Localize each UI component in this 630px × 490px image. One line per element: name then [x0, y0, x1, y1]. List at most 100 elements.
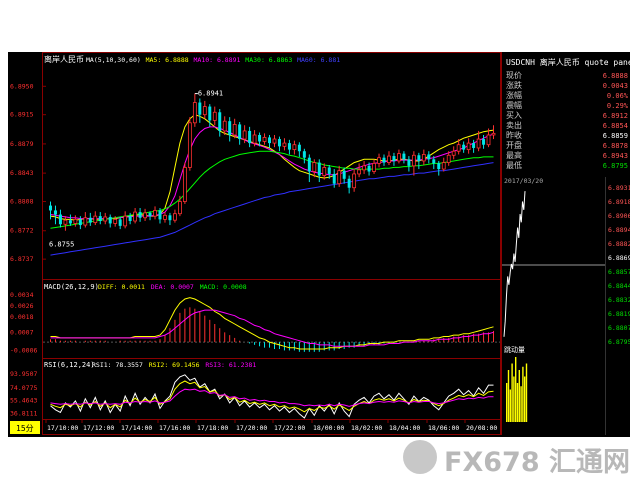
rsi-legend-item: RSI3: 61.2381 — [205, 361, 256, 369]
volume-label: 跳动量 — [504, 345, 525, 354]
candle-down — [367, 165, 371, 172]
volume-bar — [515, 357, 517, 422]
candle-down — [297, 144, 301, 152]
intraday-y-tick: 6.8795 — [608, 338, 630, 346]
volume-bar — [513, 376, 515, 422]
quote-label: 涨幅 — [506, 90, 522, 100]
candle-up — [486, 134, 491, 146]
candle-up — [357, 169, 362, 175]
rsi-legend-item: RSI2: 69.1456 — [149, 361, 200, 369]
candle-down — [53, 210, 57, 215]
quote-label: 买入 — [506, 111, 522, 120]
rsi-y-tick: 93.9507 — [10, 370, 37, 378]
intraday-y-tick: 6.8906 — [608, 212, 630, 220]
volume-bar — [520, 386, 522, 422]
candle-down — [208, 106, 212, 121]
ma-legend-item: MA10: 6.8891 — [194, 56, 241, 64]
intraday-y-tick: 6.8894 — [608, 226, 630, 234]
candle-up — [397, 153, 401, 162]
rsi-lines — [50, 374, 494, 419]
intraday-y-tick: 6.8857 — [608, 268, 630, 276]
side-panel-title: USDCNH 离岸人民币 quote panel — [506, 57, 630, 67]
intraday-y-tick: 6.8882 — [608, 240, 630, 248]
candle-up — [232, 124, 237, 136]
intraday-y-ticks: 6.8931 6.8918 6.8906 6.8894 6.8882 6.8869 6.88… — [502, 184, 630, 346]
candle-down — [462, 144, 466, 150]
candle-down — [402, 153, 406, 160]
candle-up — [421, 154, 426, 162]
candle-down — [198, 102, 202, 115]
price-y-tick: 6.8843 — [10, 169, 34, 177]
volume-bar — [524, 376, 526, 422]
ma-legend: MA(5,10,30,60) MA5: 6.8888 MA10: 6.8891 MA3… — [86, 56, 340, 64]
quote-value: 0.0043 — [603, 82, 628, 90]
quote-label: 涨跌 — [506, 80, 522, 90]
candle-up — [322, 167, 327, 176]
quote-label: 现价 — [506, 71, 522, 80]
candle-down — [317, 162, 321, 176]
quote-value: 0.29% — [607, 102, 629, 110]
candle-up — [252, 134, 257, 144]
price-y-ticks: 6.8950 6.8915 6.8879 6.8843 6.8808 6.8772 6.87… — [10, 82, 46, 263]
macd-y-tick: 0.0018 — [10, 313, 34, 321]
diff-line — [50, 297, 494, 350]
price-y-tick: 6.8772 — [10, 227, 34, 235]
candle-up — [113, 218, 118, 224]
candle-up — [178, 201, 182, 215]
candle-down — [382, 157, 386, 163]
x-tick-label: 17/22:00 — [274, 424, 305, 432]
volume-bar — [518, 370, 520, 422]
intraday-y-tick: 6.8931 — [608, 184, 630, 192]
candle-down — [158, 210, 162, 220]
macd-legend-item: DIFF: 0.0011 — [98, 283, 145, 291]
intraday-y-tick: 6.8807 — [608, 324, 630, 332]
volume-bar — [507, 370, 510, 422]
terminal-svg: 离岸人民币 MA(5,10,30,60) MA5: 6.8888 MA10: 6.8… — [10, 52, 630, 435]
candle-up — [451, 150, 456, 156]
quote-value: 6.8859 — [603, 132, 628, 140]
quote-value: 6.8795 — [603, 162, 628, 170]
macd-title: MACD(26,12,9) — [44, 283, 99, 291]
intraday-y-tick: 6.8832 — [608, 296, 630, 304]
candle-up — [212, 111, 217, 121]
x-tick-label: 18/00:00 — [313, 424, 344, 432]
quote-value: 6.8878 — [603, 142, 628, 150]
intraday-y-tick: 6.8869 — [608, 254, 630, 262]
candle-up — [187, 122, 192, 168]
candle-down — [417, 155, 421, 161]
watermark-text: FX678 汇通网 — [444, 447, 630, 478]
candle-up — [63, 219, 68, 225]
candle-down — [168, 215, 172, 221]
candle-down — [407, 159, 411, 166]
ma-legend-item: MA30: 6.8863 — [245, 56, 292, 64]
candle-down — [218, 112, 222, 131]
candle-down — [392, 156, 396, 161]
candle-down — [118, 219, 122, 226]
candle-down — [302, 151, 306, 158]
macd-y-tick: -0.0006 — [10, 346, 37, 354]
macd-y-tick: 0.0026 — [10, 302, 34, 310]
candle-up — [163, 214, 167, 220]
candle-up — [476, 138, 481, 149]
intraday-y-tick: 6.8844 — [608, 282, 630, 290]
x-tick-label: 17/20:00 — [236, 424, 267, 432]
macd-histogram — [49, 307, 495, 352]
quote-label: 最高 — [506, 150, 522, 160]
candle-down — [287, 143, 291, 150]
macd-legend-item: DEA: 0.0007 — [151, 283, 194, 291]
rsi-y-tick: 55.4643 — [10, 397, 37, 405]
candle-down — [258, 134, 262, 142]
candle-up — [372, 162, 376, 172]
candle-up — [192, 102, 197, 124]
candle-down — [268, 137, 272, 144]
x-tick-label: 18/04:00 — [389, 424, 420, 432]
volume-bar — [509, 389, 511, 422]
quote-label: 开盘 — [506, 140, 522, 150]
candle-down — [88, 217, 92, 223]
price-panel-title: 离岸人民币 — [44, 54, 84, 64]
x-tick-label: 17/18:00 — [197, 424, 228, 432]
moving-average-lines — [50, 114, 494, 256]
quote-value: 6.8888 — [603, 72, 628, 80]
ma-legend-item: MA(5,10,30,60) — [86, 56, 141, 64]
x-axis-ticks: 17/10:00 17/12:00 17/14:00 17/16:00 17/18:00… — [45, 419, 497, 432]
